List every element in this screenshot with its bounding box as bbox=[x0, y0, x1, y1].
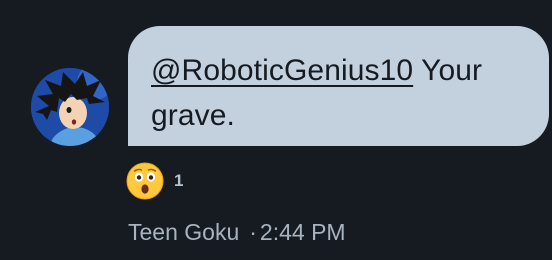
message-bubble[interactable]: @RoboticGenius10 Your grave. bbox=[128, 26, 549, 146]
reaction-count: 1 bbox=[174, 171, 184, 190]
avatar-image bbox=[31, 68, 109, 146]
astonished-face-icon bbox=[126, 162, 164, 200]
mention-link[interactable]: @RoboticGenius10 bbox=[151, 54, 413, 87]
sender-avatar[interactable] bbox=[31, 68, 109, 146]
reaction-badge[interactable]: 1 bbox=[126, 162, 183, 200]
timestamp: 2:44 PM bbox=[259, 219, 346, 245]
author-name[interactable]: Teen Goku bbox=[128, 219, 239, 245]
message-meta: Teen Goku · 2:44 PM bbox=[128, 218, 346, 246]
meta-separator: · bbox=[249, 219, 257, 245]
